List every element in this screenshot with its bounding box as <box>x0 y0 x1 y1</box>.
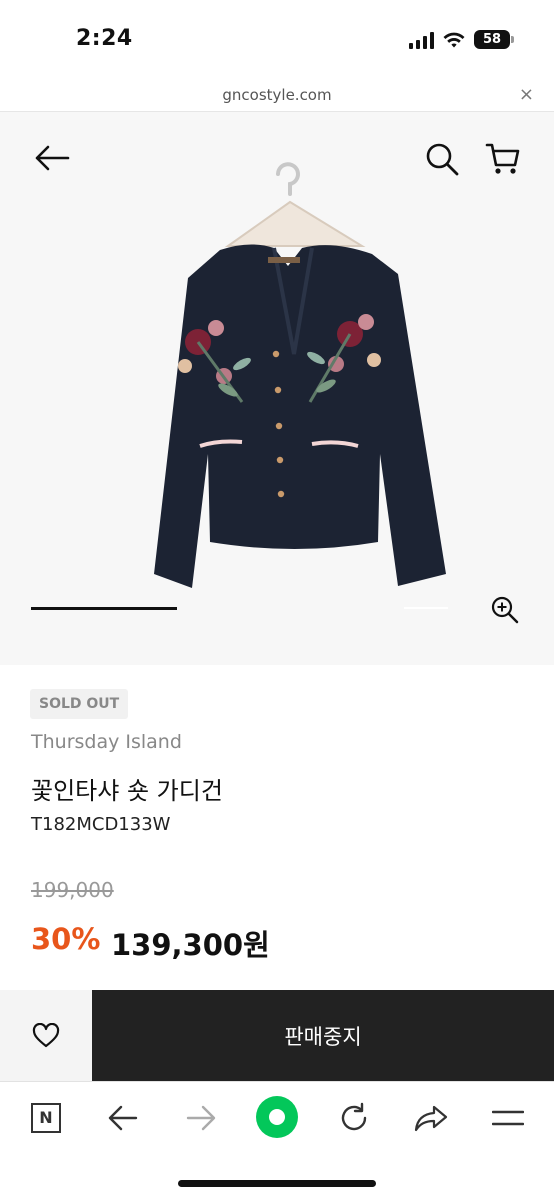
forward-icon[interactable] <box>186 1104 216 1132</box>
zoom-in-icon[interactable] <box>490 595 520 625</box>
product-code: T182MCD133W <box>31 814 171 835</box>
wifi-icon <box>443 32 465 47</box>
original-price: 199,000 <box>31 878 114 902</box>
sale-price: 139,300원 <box>111 928 270 962</box>
wishlist-button[interactable] <box>0 990 92 1081</box>
battery-icon: 58 <box>474 30 514 49</box>
image-indicator-active <box>31 607 177 610</box>
url-text[interactable]: gncostyle.com <box>0 86 554 104</box>
naver-n-label: N <box>39 1108 53 1127</box>
sale-stopped-button[interactable]: 판매중지 <box>92 990 554 1081</box>
menu-icon[interactable] <box>492 1108 524 1128</box>
signal-icon <box>409 31 434 49</box>
discount-rate: 30% <box>31 922 101 956</box>
status-bar: 2:24 58 <box>0 0 554 80</box>
close-icon[interactable]: × <box>519 84 534 105</box>
share-icon[interactable] <box>414 1104 448 1132</box>
status-icons: 58 <box>409 30 514 49</box>
home-indicator <box>178 1180 376 1187</box>
naver-home-icon[interactable]: N <box>31 1103 61 1133</box>
product-name: 꽃인타샤 숏 가디건 <box>31 777 223 805</box>
product-image-area <box>0 112 554 665</box>
action-bar: 판매중지 <box>0 990 554 1081</box>
product-image[interactable] <box>150 154 460 624</box>
back-icon[interactable] <box>108 1104 138 1132</box>
green-dot-icon[interactable] <box>256 1096 298 1138</box>
cart-icon[interactable] <box>485 142 521 176</box>
reload-icon[interactable] <box>338 1102 370 1134</box>
status-time: 2:24 <box>76 26 133 51</box>
url-bar[interactable]: gncostyle.com × <box>0 80 554 112</box>
back-arrow-icon[interactable] <box>34 145 70 171</box>
heart-icon <box>32 1022 60 1047</box>
sold-out-badge: SOLD OUT <box>30 689 129 719</box>
brand-name[interactable]: Thursday Island <box>31 731 182 753</box>
image-indicator <box>404 607 448 609</box>
